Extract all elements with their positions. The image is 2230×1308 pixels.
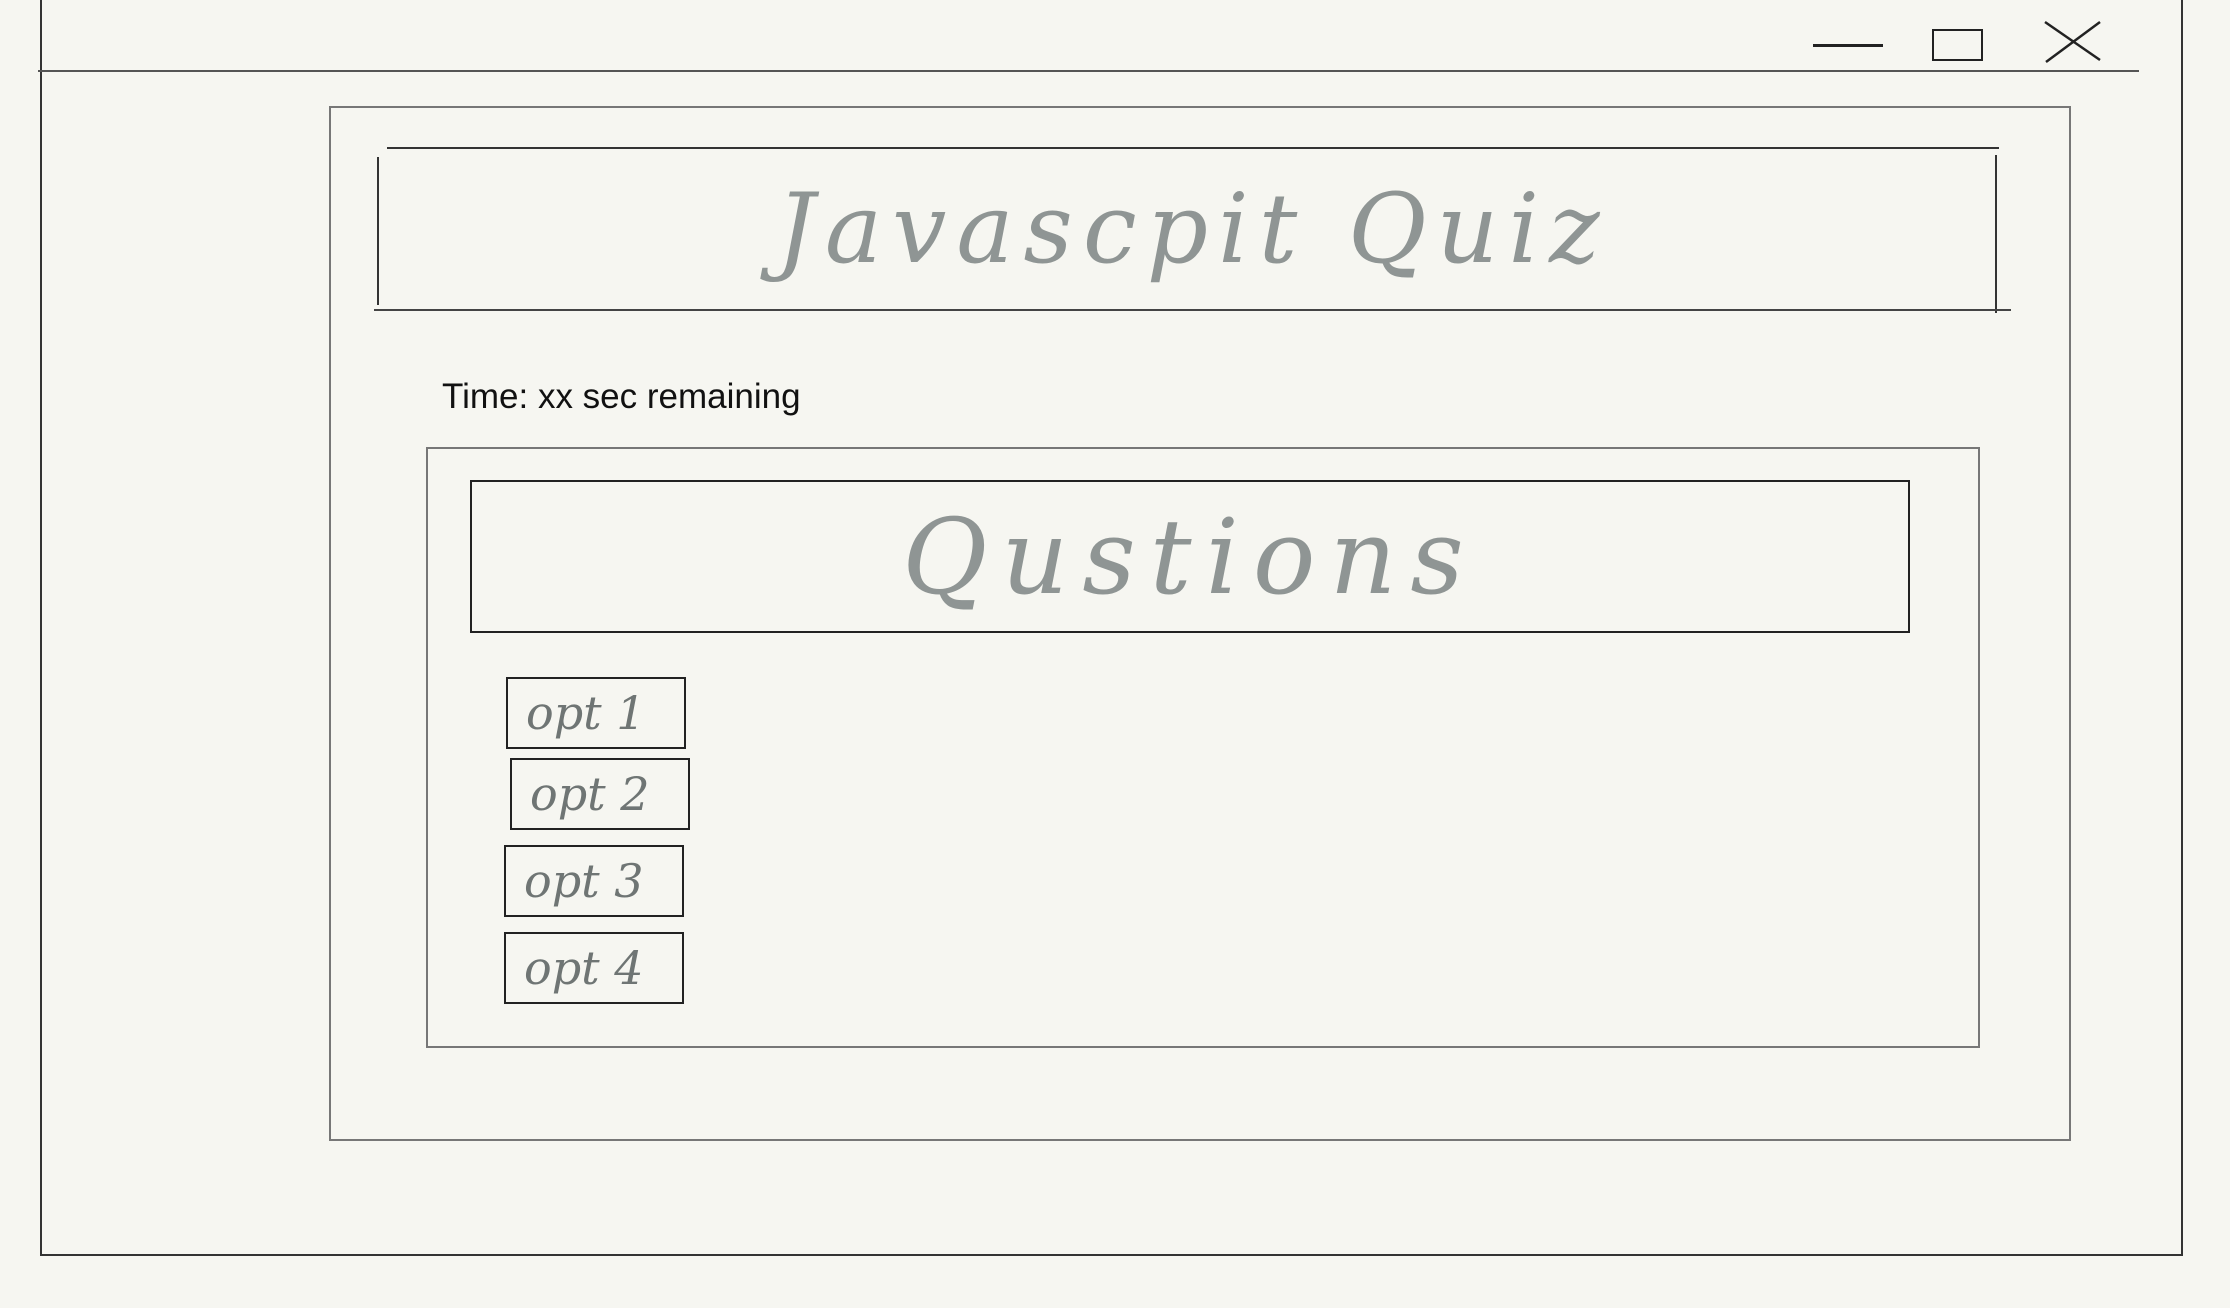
minimize-button[interactable] xyxy=(1805,20,1885,70)
option-2-button[interactable]: opt 2 xyxy=(510,758,690,830)
timer-prefix: Time: xyxy=(442,377,538,416)
maximize-button[interactable] xyxy=(1925,20,1995,70)
minimize-icon xyxy=(1813,44,1883,47)
option-1-button[interactable]: opt 1 xyxy=(506,677,686,749)
timer-label: Time: xx sec remaining xyxy=(442,372,801,422)
question-text: Qustions xyxy=(902,495,1478,618)
title-bar-divider xyxy=(38,70,2139,72)
page-title: Javascpit Quiz xyxy=(776,173,1610,285)
question-box: Qustions xyxy=(470,480,1910,633)
option-4-button[interactable]: opt 4 xyxy=(504,932,684,1004)
title-header: Javascpit Quiz xyxy=(374,147,2011,313)
close-icon xyxy=(2044,20,2101,64)
close-button[interactable] xyxy=(2040,18,2110,70)
option-3-button[interactable]: opt 3 xyxy=(504,845,684,917)
maximize-icon xyxy=(1932,29,1983,61)
timer-value: xx xyxy=(537,377,573,416)
timer-suffix: sec remaining xyxy=(572,377,801,416)
